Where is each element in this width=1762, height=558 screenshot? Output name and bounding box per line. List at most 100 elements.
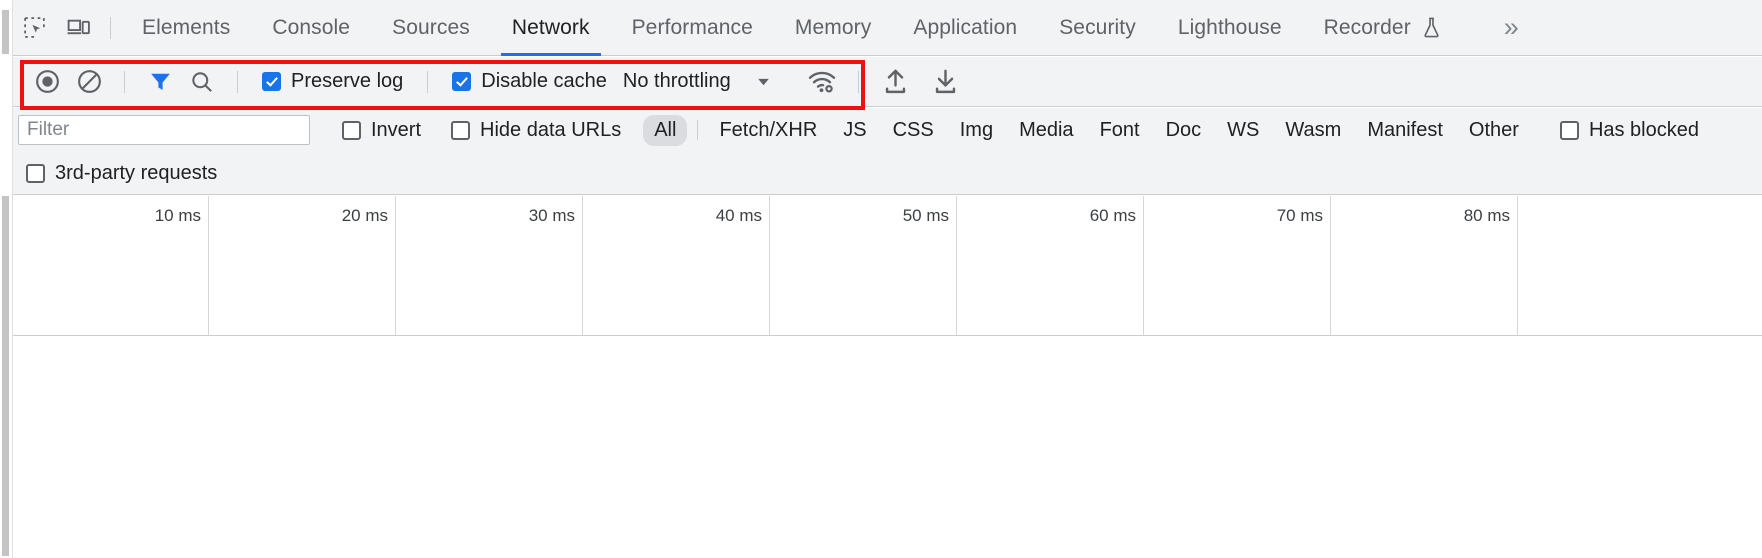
- search-magnifier-icon[interactable]: [181, 61, 223, 103]
- toolbar-divider-4: [857, 70, 859, 93]
- throttling-select[interactable]: No throttling: [617, 70, 731, 93]
- timeline-tick-label: 10 ms: [154, 206, 201, 225]
- chip-label: Media: [1019, 118, 1074, 141]
- left-gutter: [0, 0, 13, 558]
- clear-icon[interactable]: [68, 61, 110, 103]
- preserve-log-label: Preserve log: [291, 70, 404, 92]
- more-tabs-label: »: [1503, 12, 1519, 42]
- devtools-tabbar: Elements Console Sources Network Perform…: [12, 0, 1762, 56]
- chip-label: Fetch/XHR: [719, 118, 818, 141]
- chip-label: WS: [1227, 118, 1260, 141]
- timeline-tick-label: 30 ms: [528, 206, 575, 225]
- tab-label: Recorder: [1323, 15, 1411, 39]
- tab-performance[interactable]: Performance: [611, 0, 774, 56]
- timeline-tick: 20 ms: [209, 196, 396, 335]
- network-control-toolbar: Preserve log Disable cache No throttling: [12, 57, 1762, 107]
- disable-cache-checkbox[interactable]: Disable cache: [442, 70, 617, 93]
- tabbar-divider: [110, 16, 111, 39]
- scrollbar-thumb-bottom[interactable]: [2, 196, 9, 556]
- filter-chip-doc[interactable]: Doc: [1155, 115, 1213, 146]
- third-party-filter-bar: 3rd-party requests: [12, 152, 1762, 195]
- timeline-tick-label: 20 ms: [341, 206, 388, 225]
- invert-label: Invert: [371, 118, 422, 141]
- chip-label: Manifest: [1367, 118, 1443, 141]
- chip-label: Img: [959, 118, 994, 141]
- more-tabs-chevron[interactable]: »: [1482, 0, 1541, 56]
- filter-chip-other[interactable]: Other: [1458, 115, 1530, 146]
- tab-lighthouse[interactable]: Lighthouse: [1157, 0, 1303, 56]
- disable-cache-label: Disable cache: [481, 70, 607, 92]
- wifi-settings-icon[interactable]: [798, 61, 846, 103]
- filter-chip-css[interactable]: CSS: [882, 115, 945, 146]
- scrollbar-thumb-top[interactable]: [2, 10, 9, 54]
- tab-label: Sources: [392, 15, 470, 39]
- preserve-log-checkbox[interactable]: Preserve log: [252, 70, 413, 93]
- filter-chip-all[interactable]: All: [643, 114, 688, 146]
- timeline-tick: 40 ms: [583, 196, 770, 335]
- filter-funnel-icon[interactable]: [139, 61, 181, 103]
- tab-sources[interactable]: Sources: [371, 0, 491, 56]
- upload-arrow-icon[interactable]: [871, 61, 921, 103]
- dropdown-caret-icon[interactable]: [755, 73, 772, 90]
- toolbar-divider-2: [237, 70, 238, 93]
- tab-recorder[interactable]: Recorder: [1303, 0, 1464, 56]
- filter-chip-img[interactable]: Img: [949, 115, 1004, 146]
- tab-network[interactable]: Network: [491, 0, 611, 56]
- chip-label: Wasm: [1285, 118, 1342, 141]
- timeline-tick-label: 70 ms: [1276, 206, 1323, 225]
- tab-label: Network: [511, 15, 590, 39]
- checkbox-box: [262, 72, 281, 91]
- third-party-requests-checkbox[interactable]: 3rd-party requests: [26, 162, 227, 185]
- filter-chip-media[interactable]: Media: [1008, 115, 1084, 146]
- chip-label: Font: [1099, 118, 1140, 141]
- filter-chip-fetch-xhr[interactable]: Fetch/XHR: [708, 115, 828, 146]
- invert-checkbox[interactable]: Invert: [332, 119, 431, 142]
- timeline-tick-label: 40 ms: [715, 206, 762, 225]
- third-party-requests-label: 3rd-party requests: [55, 161, 218, 184]
- timeline-tick-label: 80 ms: [1463, 206, 1510, 225]
- tab-label: Lighthouse: [1177, 15, 1282, 39]
- chip-label: Other: [1468, 118, 1519, 141]
- timeline-tick-label: 50 ms: [902, 206, 949, 225]
- tab-label: Application: [913, 15, 1018, 39]
- timeline-tick: 60 ms: [957, 196, 1144, 335]
- network-overview-timeline[interactable]: 10 ms 20 ms 30 ms 40 ms 50 ms 60 ms 70 m…: [13, 196, 1762, 336]
- timeline-tick: 70 ms: [1144, 196, 1331, 335]
- filter-chip-font[interactable]: Font: [1089, 115, 1151, 146]
- filter-chip-js[interactable]: JS: [832, 115, 877, 146]
- chip-label: Doc: [1165, 118, 1202, 141]
- tab-label: Performance: [631, 15, 753, 39]
- timeline-tick: 30 ms: [396, 196, 583, 335]
- timeline-tick: 50 ms: [770, 196, 957, 335]
- tab-console[interactable]: Console: [251, 0, 371, 56]
- has-blocked-label: Has blocked: [1588, 118, 1699, 141]
- tab-memory[interactable]: Memory: [774, 0, 892, 56]
- inspect-element-icon[interactable]: [12, 0, 56, 56]
- filter-chip-manifest[interactable]: Manifest: [1356, 115, 1454, 146]
- timeline-tick: 80 ms: [1331, 196, 1518, 335]
- chip-label: All: [654, 118, 677, 141]
- tab-label: Security: [1059, 15, 1136, 39]
- timeline-tick: 10 ms: [13, 196, 209, 335]
- flask-icon: [1420, 16, 1443, 39]
- chip-label: CSS: [892, 118, 934, 141]
- checkbox-box: [1559, 120, 1579, 140]
- checkbox-box: [452, 72, 472, 91]
- tab-elements[interactable]: Elements: [121, 0, 251, 56]
- hide-data-urls-checkbox[interactable]: Hide data URLs: [441, 119, 631, 142]
- download-arrow-icon[interactable]: [921, 61, 971, 103]
- filter-input[interactable]: [18, 115, 310, 145]
- has-blocked-checkbox[interactable]: Has blocked: [1550, 119, 1709, 142]
- device-toolbar-icon[interactable]: [56, 0, 100, 56]
- tab-security[interactable]: Security: [1038, 0, 1157, 56]
- filter-chip-ws[interactable]: WS: [1216, 115, 1270, 146]
- chip-label: JS: [843, 118, 867, 141]
- filter-chip-wasm[interactable]: Wasm: [1274, 115, 1352, 146]
- toolbar-divider-3: [427, 70, 429, 93]
- network-request-list[interactable]: [13, 337, 1762, 558]
- record-button-icon[interactable]: [26, 61, 68, 103]
- network-filter-bar: Invert Hide data URLs All Fetch/XHR JS C…: [12, 108, 1762, 152]
- toolbar-divider-1: [124, 70, 125, 93]
- checkbox-box: [26, 163, 45, 183]
- tab-application[interactable]: Application: [892, 0, 1038, 56]
